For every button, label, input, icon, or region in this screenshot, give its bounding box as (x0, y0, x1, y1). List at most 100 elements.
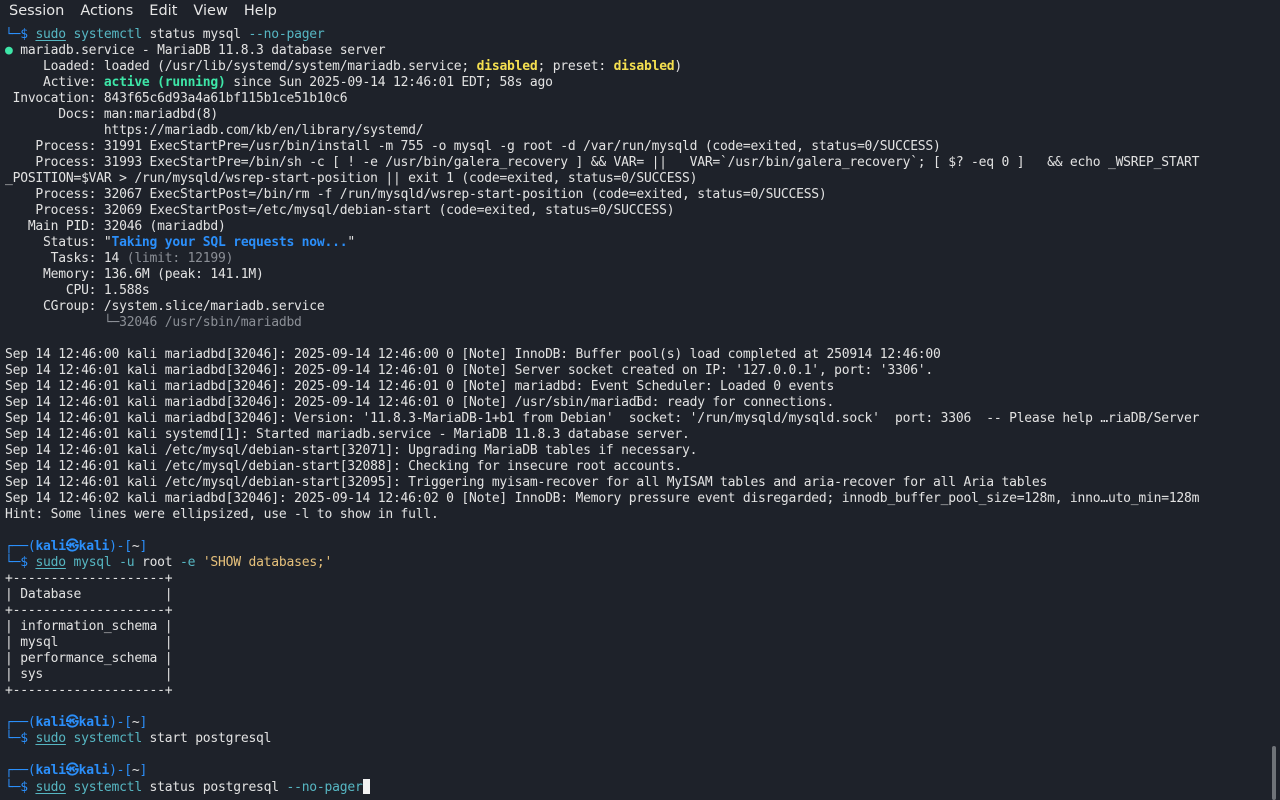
terminal-text-segment: https://mariadb.com/kb/en/library/system… (5, 123, 424, 138)
terminal-text-segment: (limit: 12199) (126, 251, 234, 266)
terminal-line: Sep 14 12:46:01 kali /etc/mysql/debian-s… (5, 475, 1047, 491)
terminal-text-segment: --no-pager (248, 27, 325, 42)
terminal-line: Sep 14 12:46:01 kali mariadbd[32046]: Ve… (5, 411, 1199, 427)
terminal-text-segment: Sep 14 12:46:02 kali mariadbd[32046]: 20… (5, 491, 1200, 506)
terminal-text-segment: +--------------------+ (5, 683, 173, 698)
terminal-line: Invocation: 843f65c6d93a4a61bf115b1ce51b… (5, 91, 348, 107)
terminal-text-segment: _POSITION=$VAR > /run/mysqld/wsrep-start… (5, 171, 698, 186)
terminal-line: Process: 31993 ExecStartPre=/bin/sh -c [… (5, 155, 1199, 171)
terminal-text-segment: -u (119, 555, 135, 570)
terminal-text-segment: Active: (5, 75, 104, 90)
terminal-text-segment: kali㉿kali (35, 715, 110, 730)
terminal-line: +--------------------+ (5, 571, 173, 587)
terminal-line: ● mariadb.service - MariaDB 11.8.3 datab… (5, 43, 386, 59)
terminal-text-segment: sudo (35, 780, 66, 795)
terminal-text-segment: Hint: Some lines were ellipsized, use -l… (5, 507, 439, 522)
terminal-text-segment: ] (139, 539, 148, 554)
terminal-text-segment: └─$ (5, 780, 36, 795)
terminal-text-segment: Taking your SQL requests now... (111, 235, 348, 250)
terminal-line: ┌──(kali㉿kali)-[~] (5, 763, 147, 779)
menu-view[interactable]: View (193, 0, 227, 22)
terminal-line: └─$ sudo systemctl start postgresql (5, 731, 272, 747)
terminal-line: Memory: 136.6M (peak: 141.1M) (5, 267, 264, 283)
terminal-text-segment: | mysql | (5, 635, 173, 650)
menu-actions[interactable]: Actions (80, 0, 133, 22)
terminal-text-segment: | sys | (5, 667, 173, 682)
menu-help[interactable]: Help (244, 0, 277, 22)
terminal-text-segment: +--------------------+ (5, 603, 173, 618)
terminal-scrollbar[interactable] (1268, 27, 1280, 800)
terminal-text-segment: kali㉿kali (35, 763, 110, 778)
terminal-text-segment: ┌──( (5, 763, 36, 778)
terminal-text-segment: Sep 14 12:46:00 kali mariadbd[32046]: 20… (5, 347, 941, 362)
terminal-line: Hint: Some lines were ellipsized, use -l… (5, 507, 439, 523)
terminal-cursor (362, 779, 370, 794)
terminal-text-segment: status mysql (141, 27, 249, 42)
terminal-line: CPU: 1.588s (5, 283, 150, 299)
terminal-text-segment: start postgresql (141, 731, 272, 746)
terminal-line: | mysql | (5, 635, 173, 651)
terminal-line: Sep 14 12:46:02 kali mariadbd[32046]: 20… (5, 491, 1199, 507)
terminal-text-segment: 'SHOW databases;' (202, 555, 333, 570)
terminal-line: | information_schema | (5, 619, 173, 635)
terminal-text-segment: --no-pager (286, 780, 363, 795)
terminal-line: Main PID: 32046 (mariadbd) (5, 219, 226, 235)
terminal-text-segment: ] (139, 715, 148, 730)
terminal-text-segment: since Sun 2025-09-14 12:46:01 EDT; 58s a… (225, 75, 553, 90)
scrollbar-thumb[interactable] (1272, 746, 1276, 800)
terminal-text-segment: systemctl (73, 27, 142, 42)
terminal-line: https://mariadb.com/kb/en/library/system… (5, 123, 424, 139)
terminal-line: Status: "Taking your SQL requests now...… (5, 235, 355, 251)
terminal-line: ┌──(kali㉿kali)-[~] (5, 715, 147, 731)
terminal-text-segment: ● (5, 43, 21, 58)
menu-bar: Session Actions Edit View Help (0, 0, 1280, 22)
terminal-text-segment: Process: 32067 ExecStartPost=/bin/rm -f … (5, 187, 827, 202)
terminal-text-segment: ~ (131, 539, 140, 554)
terminal-line: _POSITION=$VAR > /run/mysqld/wsrep-start… (5, 171, 697, 187)
terminal-line: CGroup: /system.slice/mariadb.service (5, 299, 325, 315)
terminal-text-segment: Status: " (5, 235, 112, 250)
menu-edit[interactable]: Edit (149, 0, 177, 22)
terminal-text-segment: mariadb.service - MariaDB 11.8.3 databas… (20, 43, 386, 58)
terminal-line: Sep 14 12:46:01 kali systemd[1]: Started… (5, 427, 690, 443)
terminal-text-segment: Process: 32069 ExecStartPost=/etc/mysql/… (5, 203, 675, 218)
terminal-text-segment: Invocation: 843f65c6d93a4a61bf115b1ce51b… (5, 91, 348, 106)
menu-session[interactable]: Session (9, 0, 64, 22)
terminal-text-segment: Docs: man:mariadbd(8) (5, 107, 218, 122)
terminal-text-segment: Process: 31993 ExecStartPre=/bin/sh -c [… (5, 155, 1200, 170)
terminal-text-segment: ~ (131, 715, 140, 730)
terminal-text-segment: Process: 31991 ExecStartPre=/usr/bin/ins… (5, 139, 941, 154)
text-cursor-ibeam-icon: ⌶ (634, 392, 644, 410)
terminal-text-segment: mysql (73, 555, 112, 570)
terminal-text-segment: └─$ (5, 555, 36, 570)
terminal-line: +--------------------+ (5, 683, 173, 699)
terminal-line: Process: 32069 ExecStartPost=/etc/mysql/… (5, 203, 674, 219)
terminal-text-segment: └─$ (5, 731, 36, 746)
terminal-line: └─32046 /usr/sbin/mariadbd (5, 315, 302, 331)
terminal-output[interactable]: └─$ sudo systemctl status mysql --no-pag… (0, 27, 1268, 800)
terminal-text-segment: Tasks: 14 (5, 251, 127, 266)
terminal-line: Sep 14 12:46:01 kali mariadbd[32046]: 20… (5, 379, 834, 395)
terminal-text-segment: status postgresql (141, 780, 287, 795)
terminal-text-segment: Main PID: 32046 (mariadbd) (5, 219, 226, 234)
terminal-text-segment: systemctl (73, 731, 142, 746)
terminal-text-segment: Sep 14 12:46:01 kali mariadbd[32046]: 20… (5, 379, 835, 394)
terminal-line: +--------------------+ (5, 603, 173, 619)
terminal-text-segment: CGroup: /system.slice/mariadb.service (5, 299, 325, 314)
terminal-line: Sep 14 12:46:00 kali mariadbd[32046]: 20… (5, 347, 941, 363)
terminal-line: Active: active (running) since Sun 2025-… (5, 75, 553, 91)
terminal-text-segment: )-[ (109, 715, 132, 730)
terminal-text-segment: )-[ (109, 763, 132, 778)
terminal-text-segment: -e (180, 555, 196, 570)
terminal-line: Sep 14 12:46:01 kali /etc/mysql/debian-s… (5, 459, 682, 475)
terminal-text-segment: └─$ (5, 27, 36, 42)
terminal-text-segment: Sep 14 12:46:01 kali systemd[1]: Started… (5, 427, 690, 442)
terminal-text-segment: Memory: 136.6M (peak: 141.1M) (5, 267, 264, 282)
terminal-line: | Database | (5, 587, 173, 603)
terminal-text-segment: root (134, 555, 180, 570)
terminal-text-segment: +--------------------+ (5, 571, 173, 586)
terminal-text-segment: Loaded: loaded (/usr/lib/systemd/system/… (5, 59, 477, 74)
terminal-text-segment: | performance_schema | (5, 651, 173, 666)
